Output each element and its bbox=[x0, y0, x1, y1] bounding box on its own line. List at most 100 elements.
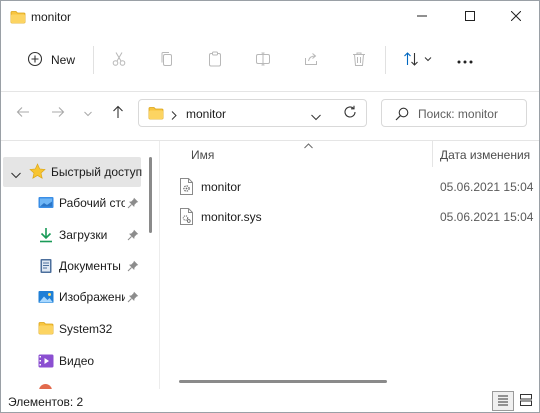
toolbar-separator bbox=[93, 46, 94, 74]
sidebar-scrollbar[interactable] bbox=[149, 157, 152, 233]
details-view-icon bbox=[497, 394, 509, 409]
star-icon bbox=[29, 163, 46, 183]
download-icon bbox=[38, 227, 54, 243]
new-button-label: New bbox=[50, 53, 75, 67]
sidebar-item-label: Загрузки bbox=[59, 228, 108, 242]
sidebar-item-quick-access[interactable]: Быстрый доступ bbox=[3, 157, 143, 187]
sidebar-item-desktop[interactable]: Рабочий стол bbox=[1, 188, 141, 218]
sidebar-item-pictures[interactable]: Изображения bbox=[1, 282, 141, 312]
minimize-button[interactable] bbox=[399, 1, 445, 33]
pane-divider bbox=[159, 141, 160, 389]
column-header-name[interactable]: Имя bbox=[191, 148, 214, 162]
copy-button[interactable] bbox=[154, 47, 180, 73]
sort-up-icon bbox=[304, 138, 313, 152]
column-header-date[interactable]: Дата изменения bbox=[440, 148, 530, 162]
close-icon bbox=[510, 10, 522, 24]
navigation-pane: Быстрый доступ Рабочий стол Загрузки Док… bbox=[1, 154, 149, 389]
file-list-scrollbar[interactable] bbox=[179, 380, 387, 383]
address-history-chevron-icon[interactable] bbox=[311, 110, 321, 124]
file-name: monitor.sys bbox=[201, 210, 262, 224]
rename-icon bbox=[255, 51, 271, 70]
more-icon bbox=[457, 53, 473, 67]
share-button[interactable] bbox=[298, 47, 324, 73]
pin-icon bbox=[127, 260, 139, 272]
sort-icon bbox=[403, 51, 433, 70]
address-bar[interactable]: monitor bbox=[138, 99, 367, 127]
delete-button[interactable] bbox=[346, 47, 372, 73]
maximize-button[interactable] bbox=[447, 1, 493, 33]
sidebar-item-label: Документы bbox=[59, 259, 121, 273]
toolbar-separator bbox=[385, 46, 386, 74]
search-placeholder: Поиск: monitor bbox=[418, 107, 498, 121]
plus-circle-icon bbox=[27, 51, 43, 70]
sidebar-item-label: Рабочий стол bbox=[59, 196, 125, 210]
status-bar: Элементов: 2 bbox=[1, 389, 539, 412]
file-date: 05.06.2021 15:04 bbox=[440, 180, 534, 194]
video-icon bbox=[38, 353, 54, 369]
paste-icon bbox=[207, 51, 223, 70]
window-title: monitor bbox=[31, 10, 72, 24]
sidebar-item-label: Видео bbox=[59, 354, 95, 368]
sort-button[interactable] bbox=[398, 47, 438, 73]
chevron-down-icon bbox=[84, 106, 92, 120]
arrow-right-icon bbox=[51, 106, 65, 121]
chevron-down-icon[interactable] bbox=[11, 168, 21, 182]
sidebar-item-label: Быстрый доступ bbox=[51, 165, 143, 179]
settings-file-icon bbox=[179, 178, 194, 195]
breadcrumb-current[interactable]: monitor bbox=[186, 107, 226, 121]
sidebar-item-label: System32 bbox=[59, 322, 113, 336]
file-date: 05.06.2021 15:04 bbox=[440, 210, 534, 224]
rename-button[interactable] bbox=[250, 47, 276, 73]
column-header-row: Имя Дата изменения bbox=[161, 141, 539, 167]
folder-icon bbox=[10, 10, 26, 27]
back-button[interactable] bbox=[11, 99, 35, 127]
toolbar-divider bbox=[1, 91, 539, 92]
explorer-window: monitor New monitor Поиск: monitor Быстр… bbox=[0, 0, 540, 413]
arrow-left-icon bbox=[16, 106, 30, 121]
more-options-button[interactable] bbox=[452, 47, 478, 73]
sidebar-item-label: Изображения bbox=[59, 290, 125, 304]
file-row[interactable]: monitor 05.06.2021 15:04 bbox=[161, 171, 539, 201]
sidebar-item-downloads[interactable]: Загрузки bbox=[1, 220, 141, 250]
cut-icon bbox=[111, 51, 127, 70]
command-bar: New bbox=[1, 35, 539, 85]
documents-icon bbox=[38, 258, 54, 274]
file-row[interactable]: monitor.sys 05.06.2021 15:04 bbox=[161, 201, 539, 231]
title-bar: monitor bbox=[1, 1, 539, 35]
folder-icon bbox=[38, 321, 54, 337]
paste-button[interactable] bbox=[202, 47, 228, 73]
desktop-icon bbox=[38, 195, 54, 211]
forward-button[interactable] bbox=[46, 99, 70, 127]
tiles-view-icon bbox=[520, 393, 532, 409]
pin-icon bbox=[127, 291, 139, 303]
pin-icon bbox=[127, 229, 139, 241]
sidebar-item-system32[interactable]: System32 bbox=[1, 314, 141, 344]
tiles-view-button[interactable] bbox=[515, 391, 537, 411]
file-name: monitor bbox=[201, 180, 242, 194]
refresh-icon bbox=[343, 105, 357, 122]
details-view-button[interactable] bbox=[492, 391, 514, 411]
pictures-icon bbox=[38, 289, 54, 305]
column-separator[interactable] bbox=[432, 141, 433, 167]
recent-locations-button[interactable] bbox=[80, 99, 96, 127]
navigation-row: monitor Поиск: monitor bbox=[1, 93, 539, 133]
cut-button[interactable] bbox=[106, 47, 132, 73]
close-button[interactable] bbox=[493, 1, 539, 33]
sidebar-item-videos[interactable]: Видео bbox=[1, 346, 141, 376]
arrow-up-icon bbox=[112, 105, 124, 122]
up-button[interactable] bbox=[106, 99, 130, 127]
new-button[interactable]: New bbox=[21, 47, 81, 73]
search-icon bbox=[395, 107, 409, 124]
copy-icon bbox=[159, 51, 175, 70]
sidebar-item-documents[interactable]: Документы bbox=[1, 251, 141, 281]
breadcrumb-chevron-icon[interactable] bbox=[171, 109, 177, 123]
refresh-button[interactable] bbox=[338, 99, 362, 127]
pin-icon bbox=[127, 197, 139, 209]
system-file-icon bbox=[179, 208, 194, 225]
delete-icon bbox=[351, 51, 367, 70]
maximize-icon bbox=[465, 10, 475, 24]
search-box[interactable]: Поиск: monitor bbox=[381, 99, 527, 127]
item-count: Элементов: 2 bbox=[8, 395, 84, 409]
minimize-icon bbox=[417, 10, 427, 24]
folder-icon bbox=[148, 106, 164, 123]
